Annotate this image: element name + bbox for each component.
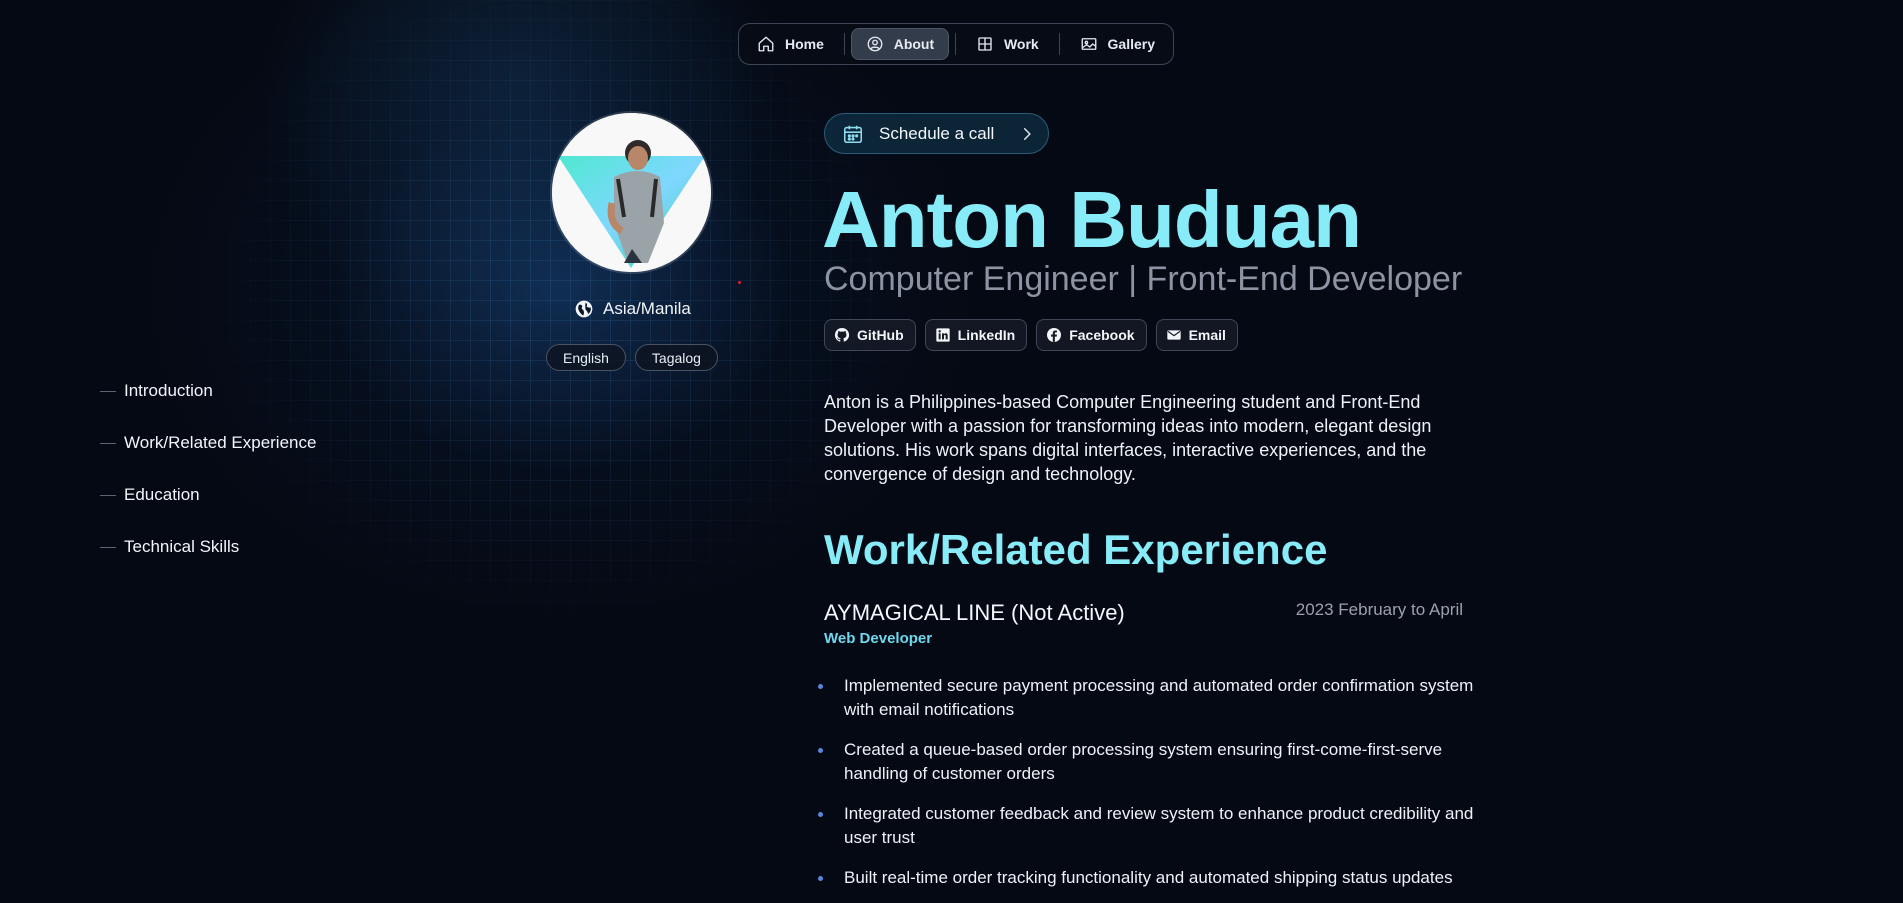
grid-icon — [978, 37, 992, 51]
nav-divider — [955, 33, 956, 55]
nav-label-work: Work — [1003, 36, 1039, 52]
calendar-icon — [843, 125, 863, 143]
toc-label: Technical Skills — [124, 537, 240, 556]
linkedin-label: LinkedIn — [957, 327, 1016, 343]
schedule-call-button[interactable]: Schedule a call — [824, 113, 1049, 154]
toc-line — [100, 494, 116, 496]
user-circle-icon — [867, 36, 883, 52]
job-role: Web Developer — [824, 630, 933, 647]
nav-divider — [843, 33, 845, 55]
linkedin-button[interactable]: LinkedIn — [924, 319, 1028, 351]
toc-line — [100, 442, 116, 444]
chevron-right-icon — [1023, 127, 1031, 140]
language-chip: English — [546, 344, 626, 371]
language-list: English Tagalog — [546, 344, 718, 371]
avatar — [552, 113, 711, 272]
toc-line — [100, 390, 116, 392]
github-button[interactable]: GitHub — [824, 319, 916, 351]
profile-name: Anton Buduan — [822, 175, 1362, 264]
facebook-icon — [1047, 328, 1062, 342]
top-nav: Home About Work Gallery — [738, 23, 1174, 65]
job-company: AYMAGICAL LINE (Not Active) — [824, 600, 1125, 625]
nav-divider — [1058, 33, 1060, 55]
list-item: Implemented secure payment processing an… — [818, 674, 1483, 722]
avatar-photo — [552, 113, 711, 272]
schedule-call-label: Schedule a call — [879, 123, 995, 143]
home-icon — [758, 36, 774, 52]
toc-label: Education — [124, 485, 200, 504]
job-period: 2023 February to April — [1295, 600, 1463, 619]
nav-item-gallery[interactable]: Gallery — [1066, 28, 1169, 60]
job-achievements: Implemented secure payment processing an… — [818, 674, 1483, 903]
email-icon — [1166, 330, 1181, 340]
list-item: Built real-time order tracking functiona… — [818, 866, 1483, 890]
linkedin-icon — [935, 328, 950, 342]
toc-item-education[interactable]: Education — [100, 469, 316, 521]
toc-item-work-experience[interactable]: Work/Related Experience — [100, 417, 316, 469]
nav-item-about[interactable]: About — [850, 28, 950, 60]
github-icon — [834, 327, 850, 342]
location: Asia/Manila — [574, 297, 691, 321]
list-item: Created a queue-based order processing s… — [818, 738, 1483, 786]
nav-label-about: About — [893, 36, 935, 52]
page: Home About Work Gallery Asia/Manila Engl… — [0, 0, 1903, 903]
section-toc: Introduction Work/Related Experience Edu… — [100, 365, 316, 573]
facebook-button[interactable]: Facebook — [1036, 319, 1147, 351]
nav-label-home: Home — [785, 36, 824, 52]
experience-heading: Work/Related Experience — [824, 526, 1328, 573]
toc-line — [100, 546, 116, 548]
nav-item-home[interactable]: Home — [743, 28, 838, 60]
facebook-label: Facebook — [1069, 327, 1135, 343]
cursor-dot — [738, 281, 741, 284]
toc-item-technical-skills[interactable]: Technical Skills — [100, 521, 316, 573]
toc-item-introduction[interactable]: Introduction — [100, 365, 316, 417]
toc-label: Work/Related Experience — [124, 433, 317, 452]
introduction-text: Anton is a Philippines-based Computer En… — [824, 392, 1432, 484]
list-item: Integrated customer feedback and review … — [818, 802, 1483, 850]
language-chip: Tagalog — [634, 344, 718, 371]
email-label: Email — [1188, 327, 1226, 343]
location-label: Asia/Manila — [603, 299, 691, 318]
email-button[interactable]: Email — [1155, 319, 1238, 351]
social-links: GitHub LinkedIn Facebook Email — [824, 319, 1238, 351]
nav-item-work[interactable]: Work — [962, 28, 1053, 60]
globe-icon — [575, 300, 593, 318]
profile-role: Computer Engineer | Front-End Developer — [824, 260, 1463, 298]
toc-label: Introduction — [124, 381, 213, 400]
image-icon — [1081, 38, 1096, 50]
nav-label-gallery: Gallery — [1107, 36, 1156, 52]
github-label: GitHub — [857, 327, 904, 343]
